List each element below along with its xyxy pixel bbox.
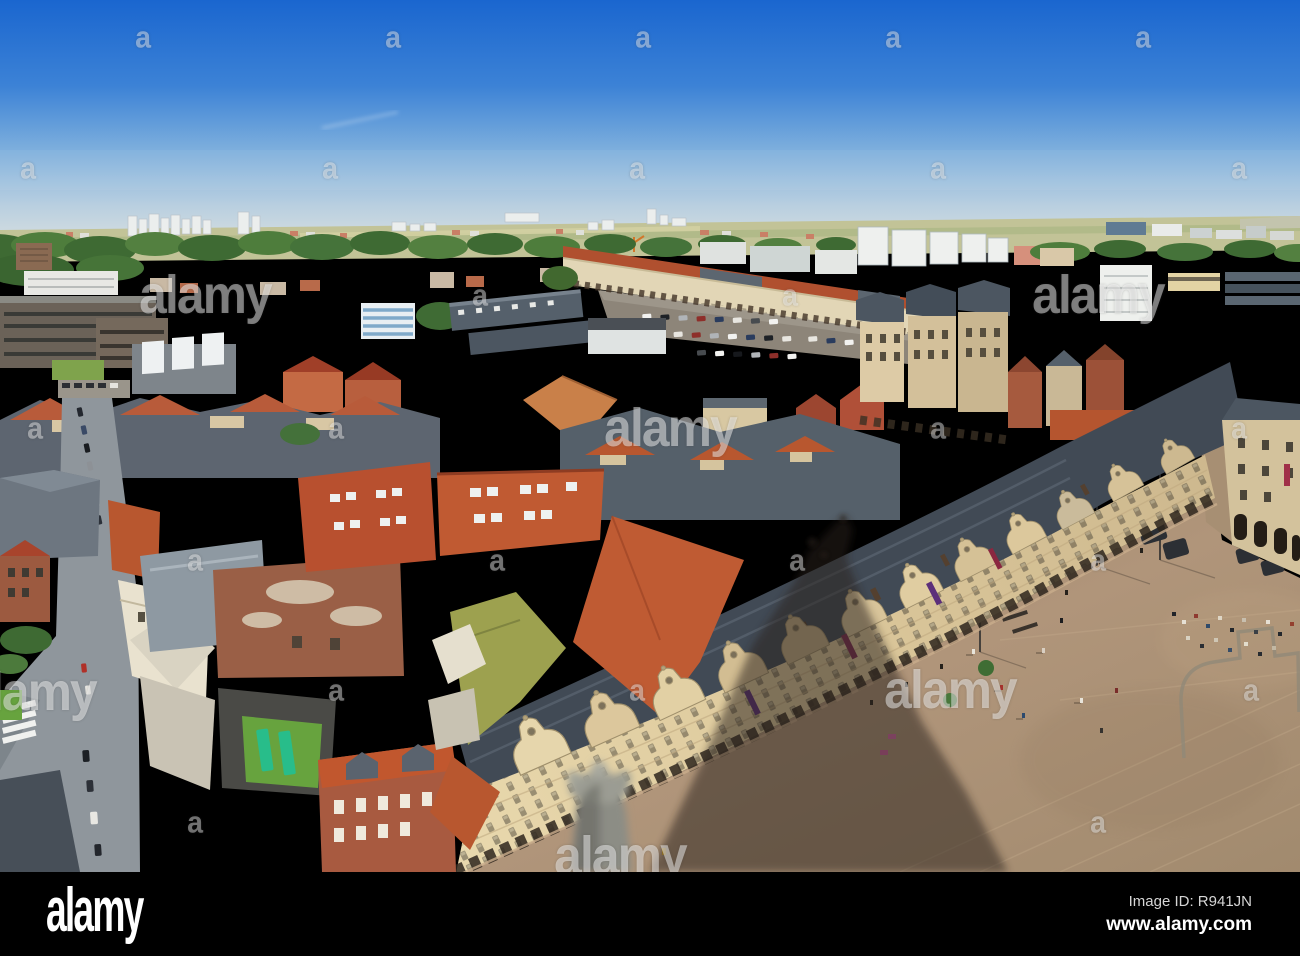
image-id-text: Image ID: R941JN <box>1128 892 1252 910</box>
aerial-cityscape-illustration <box>0 0 1300 872</box>
photo-aerial-arras: alamyalamyalamyalamyalamyalamyaaaaaaaaaa… <box>0 0 1300 872</box>
belfry-finial <box>567 761 632 872</box>
stock-image-preview-page: alamyalamyalamyalamyalamyalamyaaaaaaaaaa… <box>0 0 1300 956</box>
footer-meta: Image ID: R941JN www.alamy.com <box>1106 893 1252 936</box>
sky <box>0 0 1300 245</box>
alamy-url-text: www.alamy.com <box>1106 913 1252 935</box>
alamy-logo: alamy <box>46 876 144 945</box>
footer-bar: alamy Image ID: R941JN www.alamy.com <box>0 872 1300 956</box>
